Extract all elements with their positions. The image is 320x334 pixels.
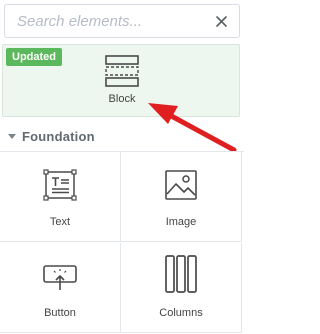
- search-input[interactable]: [5, 5, 215, 37]
- element-text[interactable]: Text: [0, 152, 121, 242]
- close-icon[interactable]: [211, 11, 231, 31]
- elements-panel: Updated Block Foundation: [0, 0, 244, 334]
- block-icon: [105, 55, 139, 92]
- element-grid: Text Image Button Columns: [0, 151, 244, 334]
- text-icon: [0, 169, 120, 201]
- caret-down-icon: [8, 133, 16, 139]
- element-label: Text: [49, 216, 71, 228]
- section-foundation[interactable]: Foundation: [0, 124, 244, 148]
- element-label: Columns: [159, 307, 203, 319]
- image-icon: [121, 169, 241, 201]
- element-columns[interactable]: Columns: [121, 243, 242, 333]
- element-button[interactable]: Button: [0, 243, 121, 333]
- element-label: Button: [44, 307, 76, 319]
- button-icon: [0, 260, 120, 292]
- search-box: [4, 4, 240, 38]
- updated-badge: Updated: [6, 48, 62, 66]
- element-image[interactable]: Image: [121, 152, 242, 242]
- section-title: Foundation: [22, 128, 95, 144]
- element-label: Image: [165, 216, 197, 228]
- columns-icon: [121, 255, 241, 294]
